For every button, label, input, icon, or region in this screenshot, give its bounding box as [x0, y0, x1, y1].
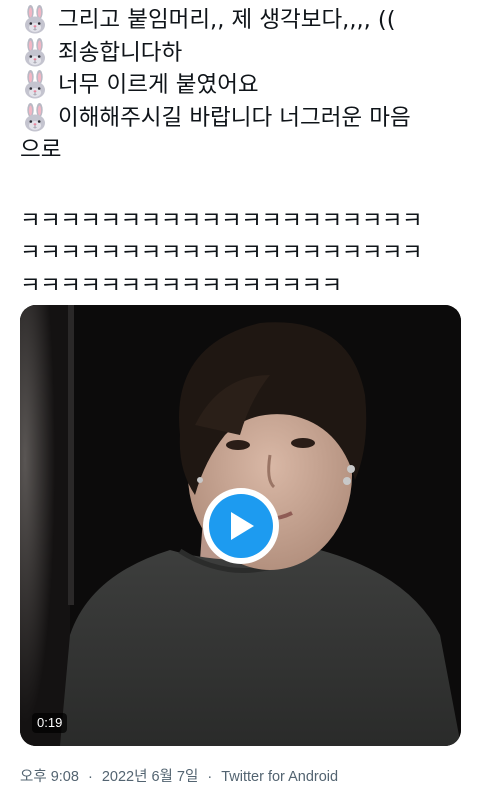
rabbit-face-icon [20, 70, 50, 100]
separator: · [207, 769, 213, 785]
tweet-line: 이해해주시길 바랍니다 너그러운 마음 [20, 102, 468, 135]
tweet-line-text: 죄송합니다하 [58, 39, 183, 66]
rabbit-face-icon [20, 103, 50, 133]
video-duration-badge: 0:19 [32, 713, 68, 733]
rabbit-face-icon [20, 5, 50, 35]
laugh-line: ㅋㅋㅋㅋㅋㅋㅋㅋㅋㅋㅋㅋㅋㅋㅋㅋ [20, 272, 342, 299]
play-button[interactable] [203, 488, 279, 564]
tweet-line-text: 이해해주시길 바랍니다 너그러운 마음 [58, 104, 411, 131]
tweet-metadata: 오후 9:08 · 2022년 6월 7일 · Twitter for Andr… [20, 765, 338, 786]
tweet-time[interactable]: 오후 9:08 [20, 769, 79, 785]
tweet-line-text: 너무 이르게 붙였어요 [58, 72, 259, 98]
rabbit-face-icon [20, 38, 50, 68]
tweet-line: 으로 [20, 134, 468, 167]
tweet-date[interactable]: 2022년 6월 7일 [102, 769, 198, 785]
tweet-line-text: 으로 [20, 137, 62, 163]
play-button-inner [209, 494, 273, 558]
tweet-text: 그리고 붙임머리,, 제 생각보다,,,, (( 죄송합니다하 너무 이르게 붙… [20, 4, 468, 302]
tweet-source-link[interactable]: Twitter for Android [221, 769, 338, 785]
video-player[interactable]: 0:19 [20, 305, 461, 746]
tweet-line: 죄송합니다하 [20, 37, 468, 70]
play-icon [231, 512, 254, 540]
tweet-line: 그리고 붙임머리,, 제 생각보다,,,, (( [20, 4, 468, 37]
tweet-line: 너무 이르게 붙였어요 [20, 69, 468, 102]
tweet-line-text: 그리고 붙임머리,, 제 생각보다,,,, (( [58, 7, 396, 33]
laugh-line: ㅋㅋㅋㅋㅋㅋㅋㅋㅋㅋㅋㅋㅋㅋㅋㅋㅋㅋㅋㅋ [20, 207, 423, 234]
laugh-line: ㅋㅋㅋㅋㅋㅋㅋㅋㅋㅋㅋㅋㅋㅋㅋㅋㅋㅋㅋㅋ [20, 240, 423, 266]
separator: · [87, 769, 93, 785]
